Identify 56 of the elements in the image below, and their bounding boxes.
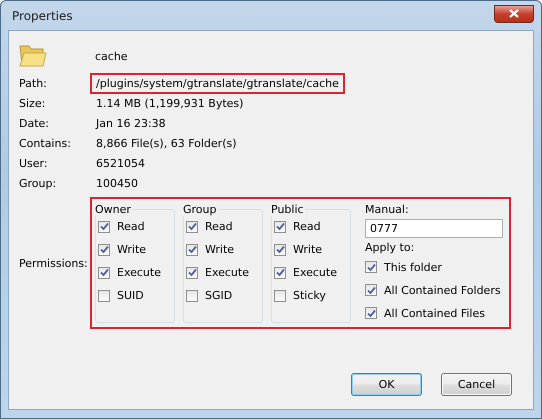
property-label: User: [19,156,49,170]
close-icon [509,9,519,18]
checkbox-label: Execute [205,266,249,279]
apply-to-label: Apply to: [365,241,416,254]
checkbox-label: Execute [117,266,161,279]
close-button[interactable] [494,4,534,22]
checkbox[interactable] [186,244,198,256]
checkbox[interactable] [186,220,198,232]
checkbox-label: Execute [293,266,337,279]
property-value: 8,866 File(s), 63 Folder(s) [95,136,238,152]
checkbox[interactable] [274,266,286,278]
property-label: Contains: [19,136,72,150]
manual-label: Manual: [365,203,410,216]
checkbox-label: Read [117,220,145,233]
property-value: Jan 16 23:38 [94,116,167,132]
checkbox-label: All Contained Files [384,306,485,320]
group-title: Public [270,203,305,216]
checkbox[interactable] [274,290,286,302]
checkbox-label: Write [293,243,322,256]
checkbox-label: Write [205,243,234,256]
group-title: Group [182,203,218,216]
group-title: Owner [94,203,132,216]
checkbox[interactable] [274,220,286,232]
manual-input-field[interactable]: 0777 [365,219,503,238]
window-title: Properties [12,8,73,22]
checkbox-label: Sticky [293,289,326,302]
checkbox[interactable] [365,284,377,296]
property-label: Size: [19,96,46,110]
checkbox[interactable] [98,220,110,232]
property-label: Path: [19,76,48,90]
dialog-button[interactable]: Cancel [441,373,512,396]
checkbox[interactable] [186,290,198,302]
checkbox-label: All Contained Folders [384,284,501,296]
property-value: 100450 [95,176,139,192]
checkbox[interactable] [365,307,377,319]
checkbox-label: This folder [384,260,442,274]
checkbox[interactable] [186,266,198,278]
checkbox-label: SUID [117,289,144,302]
property-label: Group: [19,176,58,190]
dialog-button[interactable]: OK [351,373,422,396]
permissions-label: Permissions: [19,256,89,270]
property-value: 1.14 MB (1,199,931 Bytes) [95,96,244,112]
checkbox-label: SGID [205,289,232,302]
property-label: Date: [19,116,50,130]
checkbox[interactable] [365,261,377,273]
folder-icon [19,42,47,66]
file-name: cache [95,50,128,62]
checkbox-label: Write [117,243,146,256]
checkbox[interactable] [98,244,110,256]
checkbox[interactable] [274,244,286,256]
checkbox-label: Read [205,220,233,233]
checkbox[interactable] [98,266,110,278]
checkbox[interactable] [98,290,110,302]
property-value: /plugins/system/gtranslate/gtranslate/cache [90,72,345,94]
checkbox-label: Read [293,220,321,233]
property-value: 6521054 [95,156,146,172]
